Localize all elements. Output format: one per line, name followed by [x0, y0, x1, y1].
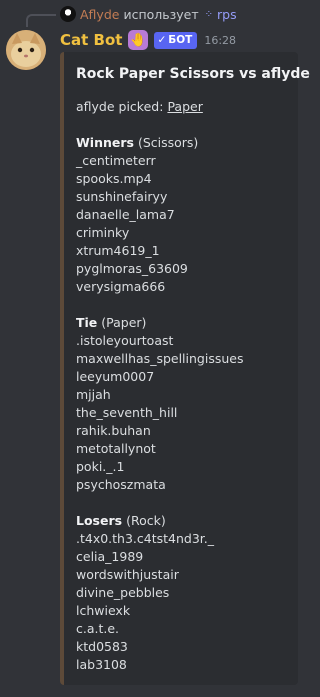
list-item: leeyum0007 — [76, 369, 155, 384]
section-choice: (Paper) — [101, 315, 147, 330]
section-choice: (Rock) — [126, 513, 166, 528]
list-item: .t4x0.th3.c4tst4nd3r._ — [76, 531, 215, 546]
list-item: celia_1989 — [76, 549, 144, 564]
picked-line: aflyde picked: Paper — [76, 98, 286, 116]
list-item: criminky — [76, 225, 130, 240]
list-item: maxwellhas_spellingissues — [76, 351, 244, 366]
losers-list: .t4x0.th3.c4tst4nd3r._ celia_1989 wordsw… — [76, 530, 286, 674]
winners-list: _centimeterr spooks.mp4 sunshinefairyy d… — [76, 152, 286, 296]
picked-value: Paper — [167, 99, 203, 114]
bot-badge-label: БОТ — [168, 34, 193, 46]
list-item: ktd0583 — [76, 639, 128, 654]
list-item: spooks.mp4 — [76, 171, 152, 186]
list-item: c.a.t.e. — [76, 621, 120, 636]
picked-label: aflyde picked: — [76, 99, 164, 114]
list-item: lab3108 — [76, 657, 127, 672]
app-hand-icon[interactable]: 🤚 — [128, 30, 149, 50]
list-item: .istoleyourtoast — [76, 333, 174, 348]
reply-text: использует — [123, 6, 199, 22]
section-title: Losers — [76, 513, 123, 528]
reply-preview[interactable]: Aflyde использует ⁘ rps — [60, 6, 237, 22]
list-item: _centimeterr — [76, 153, 156, 168]
list-item: the_seventh_hill — [76, 405, 178, 420]
section-title: Tie — [76, 315, 98, 330]
list-item: wordswithjustair — [76, 567, 179, 582]
avatar[interactable] — [6, 30, 46, 70]
section-title: Winners — [76, 135, 134, 150]
reply-avatar[interactable] — [60, 6, 76, 22]
message-container: Aflyde использует ⁘ rps Cat Bot 🤚 ✓ БОТ … — [0, 0, 318, 697]
section-heading-losers: Losers (Rock) — [76, 512, 286, 530]
list-item: verysigma666 — [76, 279, 166, 294]
reply-connector — [26, 14, 56, 27]
list-item: pyglmoras_63609 — [76, 261, 188, 276]
reply-command[interactable]: rps — [217, 7, 237, 22]
slash-command-icon: ⁘ — [204, 8, 214, 20]
username[interactable]: Cat Bot — [60, 31, 122, 49]
list-item: poki._.1 — [76, 459, 125, 474]
embed-title: Rock Paper Scissors vs aflyde — [76, 66, 310, 82]
section-heading-winners: Winners (Scissors) — [76, 134, 286, 152]
embed: Rock Paper Scissors vs aflyde aflyde pic… — [60, 52, 310, 685]
list-item: xtrum4619_1 — [76, 243, 160, 258]
list-item: danaelle_lama7 — [76, 207, 175, 222]
list-item: lchwiexk — [76, 603, 131, 618]
list-item: metotallynot — [76, 441, 156, 456]
section-choice: (Scissors) — [137, 135, 199, 150]
message-header: Cat Bot 🤚 ✓ БОТ 16:28 — [60, 30, 236, 50]
list-item: psychoszmata — [76, 477, 166, 492]
check-icon: ✓ — [157, 34, 167, 46]
list-item: mjjah — [76, 387, 111, 402]
section-heading-tie: Tie (Paper) — [76, 314, 286, 332]
tie-list: .istoleyourtoast maxwellhas_spellingissu… — [76, 332, 286, 494]
list-item: sunshinefairyy — [76, 189, 168, 204]
list-item: divine_pebbles — [76, 585, 170, 600]
bot-badge: ✓ БОТ — [154, 31, 198, 49]
timestamp[interactable]: 16:28 — [204, 34, 236, 47]
list-item: rahik.buhan — [76, 423, 151, 438]
reply-author[interactable]: Aflyde — [80, 7, 119, 22]
